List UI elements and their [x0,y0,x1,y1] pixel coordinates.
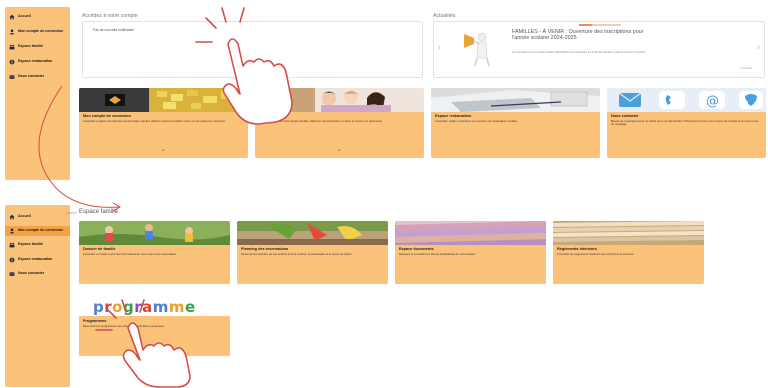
sidebar-item-label: Accueil [18,14,31,18]
logo-letter: o [112,298,123,316]
sidebar-item-label: Nous contacter [18,74,45,78]
card-nous-contacter[interactable]: @ Nous contacter Besoin de renseignement… [607,88,766,158]
sidebar-item-label: Espace restauration [18,257,53,261]
card-image-famille [255,88,424,112]
mail-icon [9,271,15,277]
logo-letter: a [142,298,153,316]
notification-text: Pas de nouvelle notification [93,28,135,32]
card-title: Dossier de famille [83,247,116,251]
card-image-planning [237,221,388,245]
card-image-restauration [431,88,600,112]
sidebar-item-label: Mon compte de connexion [18,29,64,33]
card-image-reglements [553,221,704,245]
sidebar-item-restauration[interactable]: Espace restauration [5,59,70,65]
card-espace-documents[interactable]: Espace documents Déposez et consultez le… [395,221,546,284]
fork-icon [9,257,15,263]
logo-letter: g [122,298,135,316]
megaphone-figure [464,32,490,67]
page-title: Espace famille [79,209,119,215]
card-reglements-interieurs[interactable]: Règlements intérieurs Consultez les règl… [553,221,704,284]
card-image-compte [79,88,248,112]
breadcrumb[interactable]: Accueil [66,211,76,215]
news-headline[interactable]: FAMILLES - À VENIR : Ouverture des inscr… [512,29,652,41]
slide-progress [579,24,621,26]
news-more-link[interactable]: Lire plus [741,66,752,70]
family-icon [9,44,15,50]
family-icon [9,242,15,248]
card-title: Planning des réservations [241,247,289,251]
logo-letter: e [185,298,196,316]
mail-icon [9,74,15,80]
card-espace-famille[interactable]: Espace famille Consultez et gérez votre … [255,88,424,158]
card-description: Consultez les règlements intérieurs des … [557,252,634,256]
sidebar-item-restauration[interactable]: Espace restauration [5,257,70,263]
svg-text:@: @ [706,94,719,109]
sidebar-item-famille[interactable]: Espace famille [5,242,70,248]
home-icon [9,14,15,20]
logo-letter: m [168,298,186,316]
card-programmes[interactable]: programme Programmes Retrouvez les progr… [79,292,230,356]
sidebar-item-accueil[interactable]: Accueil [5,14,70,20]
user-icon [9,29,15,35]
news-panel: ‹ › FAMILLES - À VENIR : Ouverture des i… [433,21,765,78]
sidebar-item-label: Mon compte de connexion [18,228,64,232]
sidebar-item-famille[interactable]: Espace famille [5,44,70,50]
news-next-button[interactable]: › [757,42,760,52]
home-icon [9,214,15,220]
chevron-down-icon[interactable]: ⌄ [337,146,342,153]
sidebar-item-compte[interactable]: Mon compte de connexion [5,226,70,236]
card-image-programme: programme [79,292,230,316]
sidebar-item-label: Espace famille [18,44,43,48]
logo-letter: p [93,298,105,316]
card-title: Programmes [83,319,107,323]
card-description: Retrouvez les programmes des activités e… [83,324,165,328]
sidebar-item-label: Nous contacter [18,271,45,275]
programme-logo: programme [93,298,196,316]
card-description: Déposez et consultez les pièces justific… [399,252,477,256]
sidebar-item-contact[interactable]: Nous contacter [5,74,70,80]
card-description: Réservez les activités de vos enfants po… [241,252,353,256]
chevron-down-icon[interactable]: ⌄ [161,146,166,153]
sidebar-item-label: Accueil [18,214,31,218]
card-planning-reservations[interactable]: Planning des réservations Réservez les a… [237,221,388,284]
card-description: Consultez et gérez votre dossier famille… [259,119,383,123]
sidebar-item-compte[interactable]: Mon compte de connexion [5,29,70,35]
card-image-dossier [79,221,230,245]
sidebar-item-label: Espace famille [18,242,43,246]
fork-icon [9,59,15,65]
card-title: Espace restauration [435,114,472,118]
sidebar-item-label: Espace restauration [18,59,53,63]
card-description: Consultez, réglez ou facturez vos servic… [435,119,519,123]
card-image-documents [395,221,546,245]
card-title: Nous contacter [611,114,639,118]
card-description: Consultez et mettez à jour les informati… [83,252,177,256]
card-title: Espace famille [259,114,286,118]
card-title: Espace documents [399,247,434,251]
news-section-title: Actualités [433,13,456,19]
user-icon [9,228,15,234]
sidebar-bottom: Accueil Mon compte de connexion Espace f… [5,205,70,387]
sidebar-item-accueil[interactable]: Accueil [5,214,70,220]
logo-letter: r [104,298,113,316]
card-mon-compte[interactable]: Mon compte de connexion Consultez et gér… [79,88,248,158]
card-description: Consultez et gérez vos données personnel… [83,119,226,123]
sidebar-item-contact[interactable]: Nous contacter [5,271,70,277]
card-dossier-famille[interactable]: Dossier de famille Consultez et mettez à… [79,221,230,284]
account-panel: Pas de nouvelle notification [82,21,423,78]
news-prev-button[interactable]: ‹ [438,42,441,52]
logo-letter: r [134,298,143,316]
card-title: Mon compte de connexion [83,114,131,118]
news-body: Les inscriptions pour l'année scolaire 2… [512,51,646,54]
card-title: Règlements intérieurs [557,247,597,251]
account-section-title: Accédez à votre compte [82,13,138,19]
logo-letter: m [152,298,169,316]
card-image-contact: @ [607,88,766,112]
card-espace-restauration[interactable]: Espace restauration Consultez, réglez ou… [431,88,600,158]
sidebar-top: Accueil Mon compte de connexion Espace f… [5,7,70,180]
card-description: Besoin de renseignements ou d'aide pour … [611,119,759,127]
